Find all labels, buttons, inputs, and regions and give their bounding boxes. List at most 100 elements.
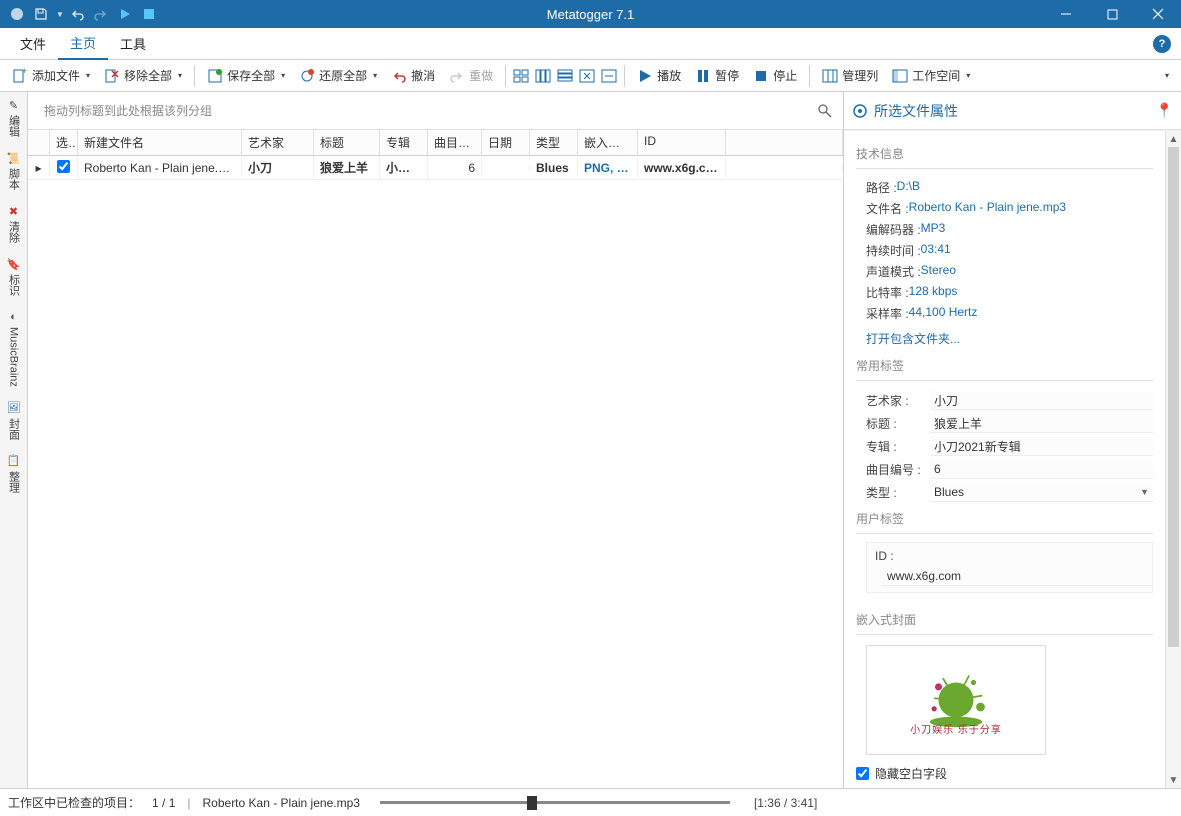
cell-title[interactable]: 狼爱上羊	[314, 156, 380, 179]
tag-track-input[interactable]	[930, 460, 1153, 479]
prop-bitrate: 128 kbps	[909, 284, 958, 301]
workspace-icon	[892, 68, 908, 84]
hide-empty-checkbox[interactable]: 隐藏空白字段	[856, 761, 1153, 786]
right-scrollbar[interactable]: ▲ ▼	[1165, 131, 1181, 788]
menu-home[interactable]: 主页	[58, 27, 108, 60]
col-track[interactable]: 曲目编号	[428, 130, 482, 155]
user-tag-box: ID :	[866, 542, 1153, 593]
menu-file[interactable]: 文件	[8, 28, 58, 59]
cover-icon: 🖼	[7, 401, 21, 415]
row-checkbox[interactable]	[50, 157, 78, 179]
col-cover[interactable]: 嵌入式封面	[578, 130, 638, 155]
col-handle	[28, 130, 50, 155]
scroll-up-icon[interactable]: ▲	[1166, 131, 1181, 147]
pause-button[interactable]: 暂停	[689, 64, 745, 87]
maximize-button[interactable]	[1089, 0, 1135, 28]
side-tab-musicbrainz[interactable]: ◐MusicBrainz	[7, 308, 21, 389]
restore-all-button[interactable]: 还原全部▾	[293, 64, 383, 87]
side-tab-tag[interactable]: 🔖标识	[6, 255, 22, 298]
stop-button[interactable]: 停止	[747, 64, 803, 87]
prop-path[interactable]: D:\B	[897, 179, 920, 196]
col-title[interactable]: 标题	[314, 130, 380, 155]
layout-grid-icon[interactable]	[512, 68, 530, 84]
columns-icon	[822, 68, 838, 84]
col-date[interactable]: 日期	[482, 130, 530, 155]
playback-slider[interactable]	[380, 801, 730, 804]
open-folder-link[interactable]: 打开包含文件夹...	[856, 324, 1153, 351]
section-tech-info: 技术信息	[856, 139, 1153, 169]
scroll-thumb[interactable]	[1168, 147, 1179, 647]
table-row[interactable]: ▸ Roberto Kan - Plain jene.mp3 小刀 狼爱上羊 小…	[28, 156, 843, 180]
tag-title-input[interactable]	[930, 414, 1153, 433]
layout-buttons	[512, 68, 618, 84]
main: ✎编辑 📜脚本 ✖清除 🔖标识 ◐MusicBrainz 🖼封面 📋整理 拖动列…	[0, 92, 1181, 788]
manage-columns-button[interactable]: 管理列	[816, 64, 884, 87]
qat-undo-icon[interactable]	[66, 3, 88, 25]
toolbar: + 添加文件▾ 移除全部▾ 保存全部▾ 还原全部▾ 撤消 重做 播放 暂停	[0, 60, 1181, 92]
group-header[interactable]: 拖动列标题到此处根据该列分组	[28, 92, 843, 130]
cell-filename[interactable]: Roberto Kan - Plain jene.mp3	[78, 158, 242, 178]
add-file-button[interactable]: + 添加文件▾	[6, 64, 96, 87]
status-workspace-label: 工作区中已检查的项目：	[8, 794, 140, 811]
qat-play-icon[interactable]	[114, 3, 136, 25]
tag-album-input[interactable]	[930, 437, 1153, 456]
properties-icon	[852, 103, 868, 119]
toolbar-caret[interactable]: ▾	[1157, 68, 1175, 83]
cell-id[interactable]: www.x6g.com	[638, 158, 726, 178]
remove-all-button[interactable]: 移除全部▾	[98, 64, 188, 87]
qat-dropdown-caret[interactable]: ▼	[56, 10, 64, 19]
layout-collapse-icon[interactable]	[600, 68, 618, 84]
side-tab-edit[interactable]: ✎编辑	[6, 96, 22, 139]
side-tab-clean[interactable]: ✖清除	[6, 202, 22, 245]
undo-button[interactable]: 撤消	[385, 64, 441, 87]
pin-icon[interactable]: 📍	[1156, 102, 1173, 119]
qat-save-icon[interactable]	[30, 3, 52, 25]
col-genre[interactable]: 类型	[530, 130, 578, 155]
col-filename[interactable]: 新建文件名	[78, 130, 242, 155]
cell-artist[interactable]: 小刀	[242, 156, 314, 179]
slider-thumb[interactable]	[527, 796, 537, 810]
row-handle[interactable]: ▸	[28, 158, 50, 178]
hide-empty-input[interactable]	[856, 767, 869, 780]
prop-duration: 03:41	[921, 242, 951, 259]
scroll-down-icon[interactable]: ▼	[1166, 772, 1181, 788]
cell-date[interactable]	[482, 165, 530, 171]
tag-artist-input[interactable]	[930, 391, 1153, 410]
cell-genre[interactable]: Blues	[530, 158, 578, 178]
save-all-button[interactable]: 保存全部▾	[201, 64, 291, 87]
stop-icon	[753, 68, 769, 84]
col-album[interactable]: 专辑	[380, 130, 428, 155]
layout-cols-icon[interactable]	[534, 68, 552, 84]
workspace-button[interactable]: 工作空间▾	[886, 64, 976, 87]
prop-filename[interactable]: Roberto Kan - Plain jene.mp3	[909, 200, 1066, 217]
cover-art[interactable]: 小刀娱乐 乐于分享	[866, 645, 1046, 755]
user-id-input[interactable]	[883, 567, 1152, 586]
col-select[interactable]: 选择	[50, 130, 78, 155]
qat-stop-icon[interactable]	[138, 3, 160, 25]
side-tab-organize[interactable]: 📋整理	[6, 452, 22, 495]
col-artist[interactable]: 艺术家	[242, 130, 314, 155]
cell-track[interactable]: 6	[428, 158, 482, 178]
cell-cover[interactable]: PNG, 4...	[578, 158, 638, 178]
cover-caption: 小刀娱乐 乐于分享	[910, 721, 1002, 736]
layout-rows-icon[interactable]	[556, 68, 574, 84]
search-icon[interactable]	[817, 103, 833, 119]
minimize-button[interactable]	[1043, 0, 1089, 28]
right-panel: 所选文件属性 📍 技术信息 路径 : D:\B 文件名 : Roberto Ka…	[844, 92, 1181, 788]
menu-tools[interactable]: 工具	[108, 28, 158, 59]
layout-expand-icon[interactable]	[578, 68, 596, 84]
side-tab-script[interactable]: 📜脚本	[6, 149, 22, 192]
add-file-icon: +	[12, 68, 28, 84]
side-tab-cover[interactable]: 🖼封面	[6, 399, 22, 442]
cell-album[interactable]: 小刀2...	[380, 156, 428, 179]
organize-icon: 📋	[7, 454, 21, 468]
close-button[interactable]	[1135, 0, 1181, 28]
tag-icon: 🔖	[7, 257, 21, 271]
col-id[interactable]: ID	[638, 130, 726, 155]
script-icon: 📜	[7, 151, 21, 165]
status-file: Roberto Kan - Plain jene.mp3	[203, 796, 360, 810]
tag-genre-select[interactable]: Blues▼	[930, 483, 1153, 502]
help-icon[interactable]: ?	[1153, 35, 1171, 53]
play-button[interactable]: 播放	[631, 64, 687, 87]
play-icon	[637, 68, 653, 84]
